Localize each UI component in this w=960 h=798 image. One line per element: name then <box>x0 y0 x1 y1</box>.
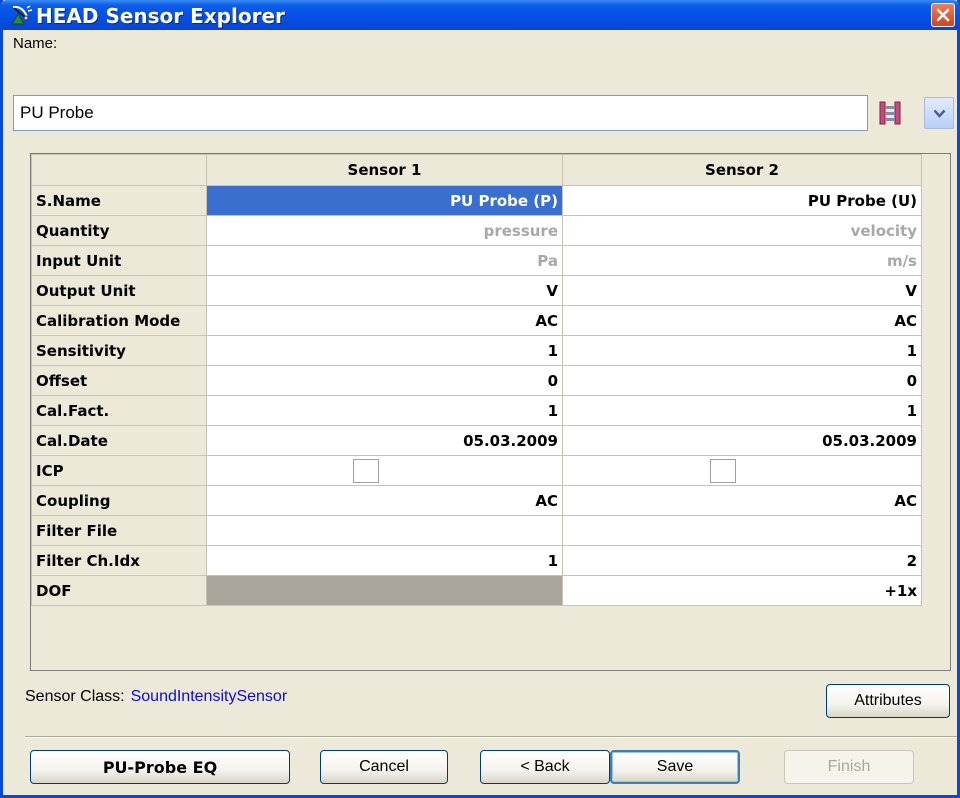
grid-cell[interactable]: 0 <box>206 365 563 396</box>
sensor-class: Sensor Class: SoundIntensitySensor <box>25 688 287 706</box>
column-header-sensor-1[interactable]: Sensor 1 <box>206 154 563 186</box>
table-row: Sensitivity 1 1 <box>31 335 922 366</box>
row-label-cal-date: Cal.Date <box>31 425 207 456</box>
grid-cell[interactable] <box>562 515 922 546</box>
table-row: Filter Ch.Idx 1 2 <box>31 545 922 576</box>
save-button[interactable]: Save <box>610 750 740 784</box>
row-label-output-unit: Output Unit <box>31 275 207 306</box>
chevron-down-icon <box>933 109 946 118</box>
sensor-grid: Sensor 1 Sensor 2 S.Name PU Probe (P) PU… <box>31 154 922 606</box>
row-label-calibration-mode: Calibration Mode <box>31 305 207 336</box>
grid-cell[interactable]: PU Probe (P) <box>206 185 563 216</box>
table-row: Filter File <box>31 515 922 546</box>
grid-cell[interactable]: 1 <box>206 545 563 576</box>
name-input[interactable] <box>13 95 868 131</box>
row-label-dof: DOF <box>31 575 207 606</box>
grid-cell[interactable]: 05.03.2009 <box>206 425 563 456</box>
row-label-icp: ICP <box>31 455 207 486</box>
sensor-class-value[interactable]: SoundIntensitySensor <box>131 688 288 705</box>
row-label-input-unit: Input Unit <box>31 245 207 276</box>
sensor-class-label: Sensor Class: <box>25 688 125 705</box>
grid-header-row: Sensor 1 Sensor 2 <box>31 154 922 186</box>
grid-cell: Pa <box>206 245 563 276</box>
row-label-filter-ch-idx: Filter Ch.Idx <box>31 545 207 576</box>
grid-cell[interactable]: 1 <box>206 335 563 366</box>
table-row: Calibration Mode AC AC <box>31 305 922 336</box>
table-row: Quantity pressure velocity <box>31 215 922 246</box>
table-row: Cal.Fact. 1 1 <box>31 395 922 426</box>
table-row: Output Unit V V <box>31 275 922 306</box>
grid-cell: pressure <box>206 215 563 246</box>
title-bar[interactable]: HEAD Sensor Explorer <box>0 0 960 30</box>
pink-ladder-icon[interactable] <box>874 97 906 129</box>
grid-cell: velocity <box>562 215 922 246</box>
grid-cell[interactable]: 05.03.2009 <box>562 425 922 456</box>
name-dropdown-button[interactable] <box>924 97 954 129</box>
row-label-sensitivity: Sensitivity <box>31 335 207 366</box>
row-label-quantity: Quantity <box>31 215 207 246</box>
grid-cell: m/s <box>562 245 922 276</box>
table-row: S.Name PU Probe (P) PU Probe (U) <box>31 185 922 216</box>
grid-corner-cell <box>31 154 207 186</box>
icp-checkbox-sensor-1[interactable] <box>352 458 379 483</box>
close-icon <box>936 8 950 22</box>
window-title: HEAD Sensor Explorer <box>36 4 285 28</box>
finish-button: Finish <box>784 750 914 784</box>
attributes-button[interactable]: Attributes <box>826 684 950 718</box>
sensor-explorer-window: HEAD Sensor Explorer Name: Sensor 1 <box>0 0 960 798</box>
cancel-button[interactable]: Cancel <box>320 750 448 784</box>
grid-cell[interactable]: 1 <box>562 335 922 366</box>
grid-cell[interactable]: +1x <box>562 575 922 606</box>
grid-cell <box>562 455 922 486</box>
row-label-filter-file: Filter File <box>31 515 207 546</box>
grid-cell[interactable]: V <box>206 275 563 306</box>
grid-cell[interactable]: 1 <box>562 395 922 426</box>
icp-checkbox-sensor-2[interactable] <box>710 458 736 483</box>
table-row: Cal.Date 05.03.2009 05.03.2009 <box>31 425 922 456</box>
column-header-sensor-2[interactable]: Sensor 2 <box>562 154 922 186</box>
grid-cell[interactable]: AC <box>206 485 563 516</box>
grid-cell[interactable]: 1 <box>206 395 563 426</box>
row-label-offset: Offset <box>31 365 207 396</box>
back-button[interactable]: < Back <box>480 750 610 784</box>
row-label-s-name: S.Name <box>31 185 207 216</box>
row-label-coupling: Coupling <box>31 485 207 516</box>
grid-cell[interactable]: V <box>562 275 922 306</box>
row-label-cal-fact: Cal.Fact. <box>31 395 207 426</box>
grid-cell[interactable]: AC <box>206 305 563 336</box>
grid-cell[interactable]: 2 <box>562 545 922 576</box>
grid-cell[interactable]: 0 <box>562 365 922 396</box>
table-row: DOF +1x <box>31 575 922 606</box>
table-row: Coupling AC AC <box>31 485 922 516</box>
grid-cell[interactable]: AC <box>562 485 922 516</box>
grid-cell <box>206 455 563 486</box>
grid-cell[interactable]: PU Probe (U) <box>562 185 922 216</box>
table-row: Offset 0 0 <box>31 365 922 396</box>
grid-cell[interactable] <box>206 515 563 546</box>
grid-cell <box>206 575 563 606</box>
close-button[interactable] <box>931 3 955 27</box>
table-row: ICP <box>31 455 922 486</box>
table-row: Input Unit Pa m/s <box>31 245 922 276</box>
name-label: Name: <box>13 35 58 52</box>
footer-separator <box>25 736 957 738</box>
grid-cell[interactable]: AC <box>562 305 922 336</box>
satellite-antenna-icon <box>11 5 33 25</box>
pu-probe-eq-button[interactable]: PU-Probe EQ <box>30 750 290 784</box>
